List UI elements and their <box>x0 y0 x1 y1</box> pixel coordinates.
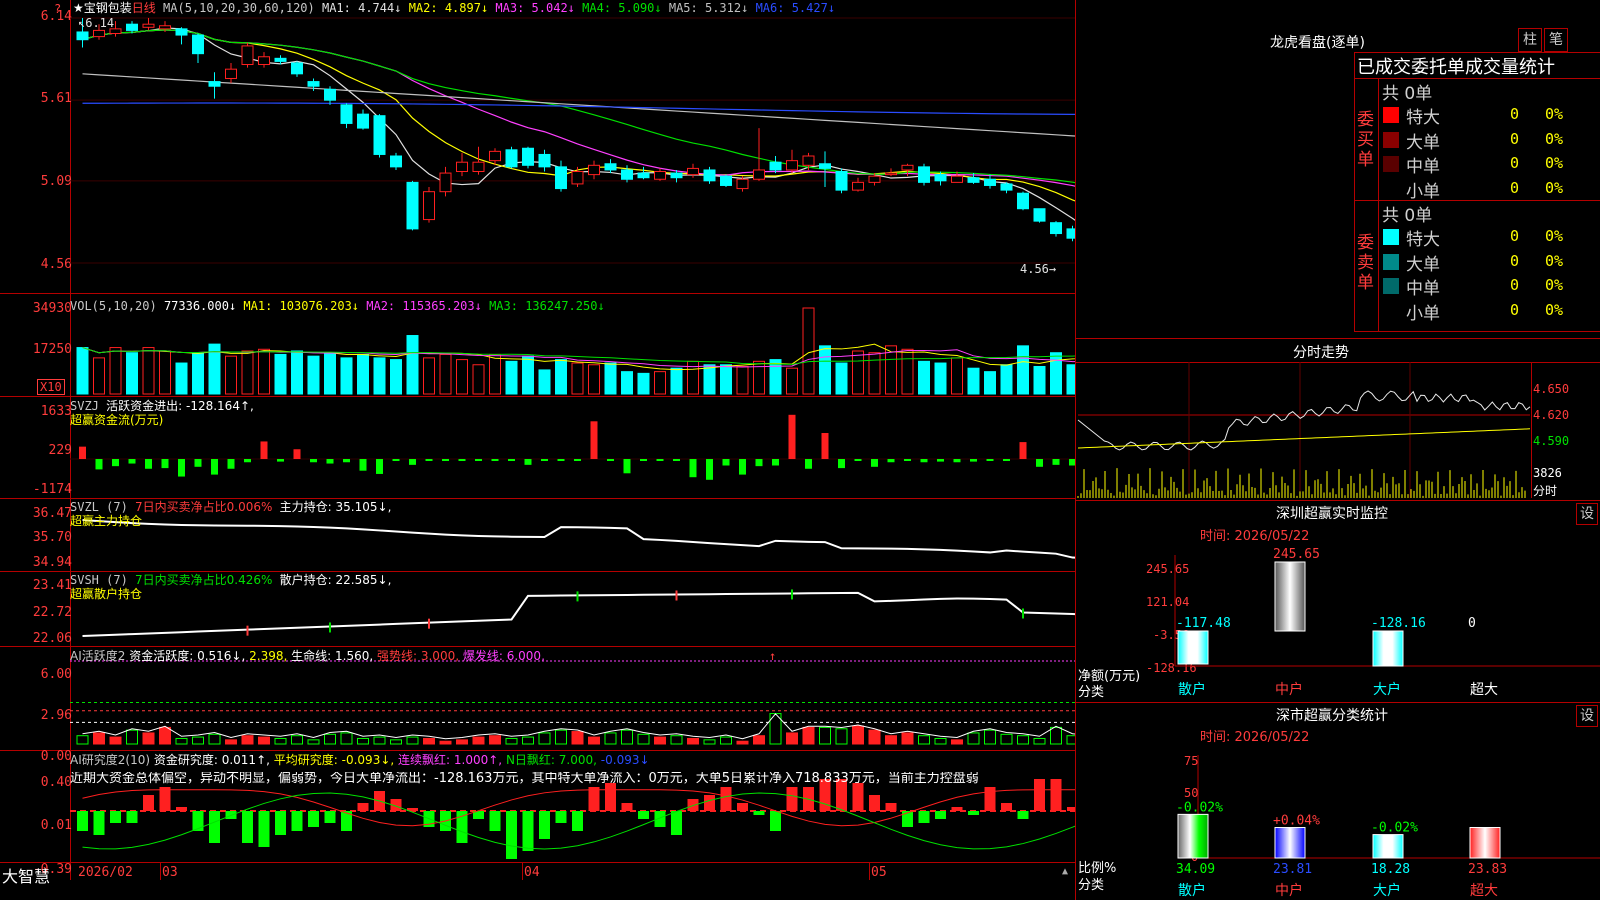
cls-category: 大户 <box>1373 882 1401 899</box>
cls-bar-change: -0.02% <box>1371 821 1418 836</box>
ft-price-line <box>1077 390 1531 451</box>
cls-bar-value: 18.28 <box>1371 862 1410 877</box>
rt-category: 中户 <box>1275 681 1303 698</box>
cls-bar <box>1469 826 1501 859</box>
right-chart-canvas: -117.48 散户 245.65 中户 -128.16 大户 0 超大 -0.02% 34.09… <box>1077 362 1600 899</box>
rt-bar <box>1274 561 1306 632</box>
cls-bar-value: 34.09 <box>1176 862 1215 877</box>
ft-avg-line <box>1077 428 1531 449</box>
rt-bar-value: 245.65 <box>1273 547 1320 562</box>
cls-category: 中户 <box>1275 882 1303 899</box>
rt-bar-value: -128.16 <box>1371 616 1426 631</box>
cls-bar <box>1372 834 1404 859</box>
rt-category: 超大 <box>1470 682 1498 698</box>
rt-bar-value: -117.48 <box>1176 616 1231 631</box>
trading-terminal: 6.14 5.61 5.09 4.56 ? 34930 17250 X10 16… <box>0 0 1600 900</box>
cls-bar <box>1177 813 1209 859</box>
cls-bar-change: +0.04% <box>1273 814 1320 829</box>
cls-bar-value: 23.83 <box>1468 862 1507 877</box>
cls-bar-value: 23.81 <box>1273 862 1312 877</box>
rt-category: 大户 <box>1373 681 1401 698</box>
rt-bar <box>1177 630 1209 665</box>
rt-bar-value: 0 <box>1468 616 1476 631</box>
cls-category: 超大 <box>1470 883 1498 899</box>
rt-bar <box>1372 630 1404 667</box>
rt-category: 散户 <box>1178 681 1206 698</box>
cls-bar <box>1274 827 1306 859</box>
cls-category: 散户 <box>1178 882 1206 899</box>
cls-bar-change: -0.02% <box>1176 800 1223 815</box>
